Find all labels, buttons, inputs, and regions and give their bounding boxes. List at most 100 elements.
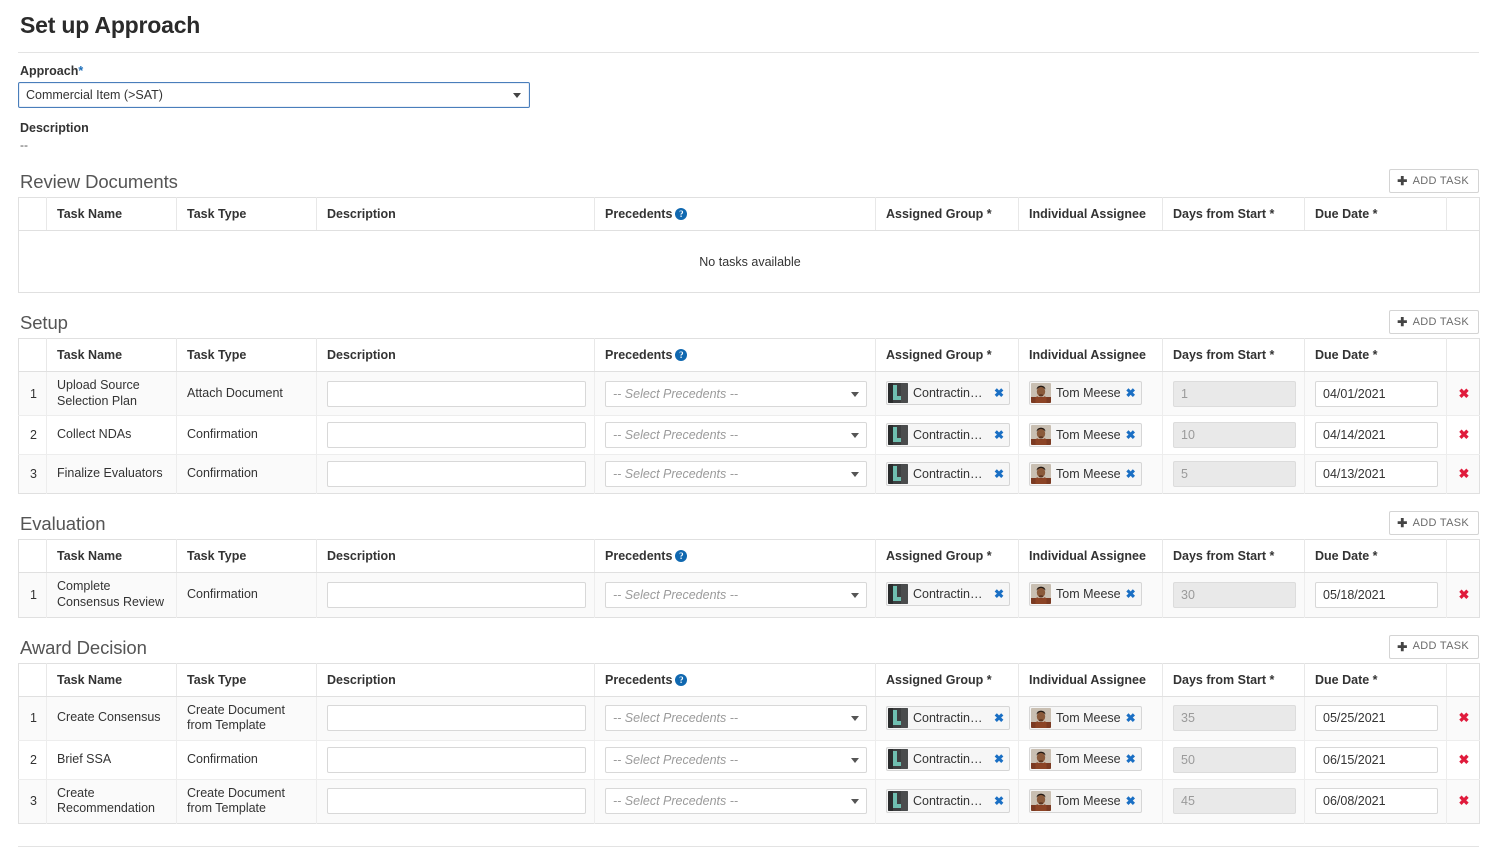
precedents-placeholder: -- Select Precedents -- (613, 794, 739, 809)
precedents-cell: -- Select Precedents -- (594, 454, 876, 494)
description-input[interactable] (327, 380, 586, 407)
assigned-group-chip[interactable]: Contracting Officer ✖ (886, 422, 1010, 447)
remove-group-icon[interactable]: ✖ (994, 712, 1004, 724)
section-header: Review Documents ✚ ADD TASK (18, 169, 1479, 197)
column-task-type: Task Type (176, 663, 317, 697)
assigned-group-chip[interactable]: Contracting Officer ✖ (886, 747, 1010, 772)
column-delete (1446, 338, 1480, 372)
assigned-group-chip[interactable]: Contracting Officer ✖ (886, 705, 1010, 730)
individual-assignee-chip[interactable]: Tom Meese ✖ (1029, 582, 1142, 607)
due-date-input[interactable] (1315, 788, 1438, 815)
individual-assignee-chip[interactable]: Tom Meese ✖ (1029, 381, 1142, 406)
group-avatar-icon (888, 790, 908, 811)
days-from-start-cell (1162, 371, 1305, 417)
days-from-start-cell (1162, 454, 1305, 494)
column-task-type: Task Type (176, 338, 317, 372)
delete-row-icon[interactable]: ✖ (1457, 587, 1471, 603)
individual-assignee-chip[interactable]: Tom Meese ✖ (1029, 461, 1142, 486)
delete-row-icon[interactable]: ✖ (1457, 793, 1471, 809)
row-index: 2 (18, 415, 47, 456)
precedents-select[interactable]: -- Select Precedents -- (605, 705, 867, 732)
table-header-row: Task Name Task Type Description Precedents?… (18, 663, 1480, 697)
due-date-input[interactable] (1315, 422, 1438, 449)
group-avatar-icon (888, 584, 908, 605)
column-index (18, 663, 47, 697)
remove-assignee-icon[interactable]: ✖ (1126, 753, 1136, 765)
remove-assignee-icon[interactable]: ✖ (1126, 712, 1136, 724)
individual-assignee-chip[interactable]: Tom Meese ✖ (1029, 705, 1142, 730)
description-input[interactable] (327, 461, 586, 488)
help-circle-icon[interactable]: ? (675, 673, 688, 686)
task-section: Review Documents ✚ ADD TASK Task Name Task T… (18, 169, 1480, 293)
delete-cell: ✖ (1446, 740, 1480, 780)
remove-group-icon[interactable]: ✖ (994, 588, 1004, 600)
description-input[interactable] (327, 746, 586, 773)
days-from-start-cell (1162, 572, 1305, 617)
delete-row-icon[interactable]: ✖ (1457, 386, 1471, 402)
remove-group-icon[interactable]: ✖ (994, 753, 1004, 765)
delete-row-icon[interactable]: ✖ (1457, 710, 1471, 726)
add-task-button[interactable]: ✚ ADD TASK (1389, 169, 1479, 193)
assigned-group-label: Contracting Officer (913, 793, 989, 808)
assigned-group-cell: Contracting Officer ✖ (875, 696, 1019, 741)
assigned-group-label: Contracting Officer (913, 710, 989, 725)
due-date-input[interactable] (1315, 581, 1438, 608)
description-input[interactable] (327, 422, 586, 449)
individual-assignee-label: Tom Meese (1056, 587, 1121, 602)
precedents-select[interactable]: -- Select Precedents -- (605, 746, 867, 773)
assigned-group-chip[interactable]: Contracting Officer ✖ (886, 381, 1010, 406)
description-input[interactable] (327, 581, 586, 608)
assigned-group-chip[interactable]: Contracting Officer ✖ (886, 788, 1010, 813)
individual-assignee-chip[interactable]: Tom Meese ✖ (1029, 422, 1142, 447)
assigned-group-chip[interactable]: Contracting Officer ✖ (886, 461, 1010, 486)
description-input[interactable] (327, 705, 586, 732)
due-date-input[interactable] (1315, 380, 1438, 407)
precedents-select[interactable]: -- Select Precedents -- (605, 422, 867, 449)
add-task-button[interactable]: ✚ ADD TASK (1389, 511, 1479, 536)
column-precedents: Precedents? (594, 539, 876, 574)
precedents-cell: -- Select Precedents -- (594, 740, 876, 780)
precedents-select[interactable]: -- Select Precedents -- (605, 461, 867, 488)
chevron-down-icon (851, 799, 859, 805)
days-from-start-input (1173, 461, 1296, 488)
person-avatar-icon (1031, 463, 1051, 484)
due-date-input[interactable] (1315, 746, 1438, 773)
tasks-table: Task Name Task Type Description Precedents?… (18, 197, 1480, 293)
description-cell (316, 572, 595, 617)
remove-group-icon[interactable]: ✖ (994, 468, 1004, 480)
precedents-select[interactable]: -- Select Precedents -- (605, 380, 867, 407)
table-row: 3 Finalize Evaluators Confirmation -- Selec… (18, 454, 1480, 494)
empty-state-row: No tasks available (18, 230, 1480, 293)
remove-group-icon[interactable]: ✖ (994, 387, 1004, 399)
person-avatar-icon (1031, 584, 1051, 605)
remove-assignee-icon[interactable]: ✖ (1126, 387, 1136, 399)
remove-assignee-icon[interactable]: ✖ (1126, 468, 1136, 480)
due-date-input[interactable] (1315, 705, 1438, 732)
column-task-name: Task Name (46, 663, 177, 697)
page-title: Set up Approach (20, 12, 201, 38)
precedents-select[interactable]: -- Select Precedents -- (605, 581, 867, 608)
assigned-group-chip[interactable]: Contracting Officer ✖ (886, 582, 1010, 607)
individual-assignee-chip[interactable]: Tom Meese ✖ (1029, 788, 1142, 813)
help-circle-icon[interactable]: ? (675, 349, 688, 361)
delete-row-icon[interactable]: ✖ (1457, 427, 1471, 443)
remove-assignee-icon[interactable]: ✖ (1126, 588, 1136, 600)
due-date-input[interactable] (1315, 461, 1438, 488)
add-task-button[interactable]: ✚ ADD TASK (1389, 310, 1479, 334)
days-from-start-input (1173, 581, 1296, 608)
delete-row-icon[interactable]: ✖ (1457, 752, 1471, 768)
approach-select[interactable]: Commercial Item (>SAT) (18, 82, 530, 108)
delete-row-icon[interactable]: ✖ (1457, 466, 1471, 482)
individual-assignee-chip[interactable]: Tom Meese ✖ (1029, 747, 1142, 772)
remove-group-icon[interactable]: ✖ (994, 795, 1004, 807)
remove-group-icon[interactable]: ✖ (994, 429, 1004, 441)
remove-assignee-icon[interactable]: ✖ (1126, 429, 1136, 441)
precedents-select[interactable]: -- Select Precedents -- (605, 788, 867, 815)
help-circle-icon[interactable]: ? (675, 550, 688, 563)
add-task-button[interactable]: ✚ ADD TASK (1389, 634, 1479, 659)
chevron-down-icon (513, 93, 521, 98)
group-avatar-icon (888, 383, 908, 404)
remove-assignee-icon[interactable]: ✖ (1126, 795, 1136, 807)
help-circle-icon[interactable]: ? (675, 208, 688, 220)
description-input[interactable] (327, 788, 586, 815)
